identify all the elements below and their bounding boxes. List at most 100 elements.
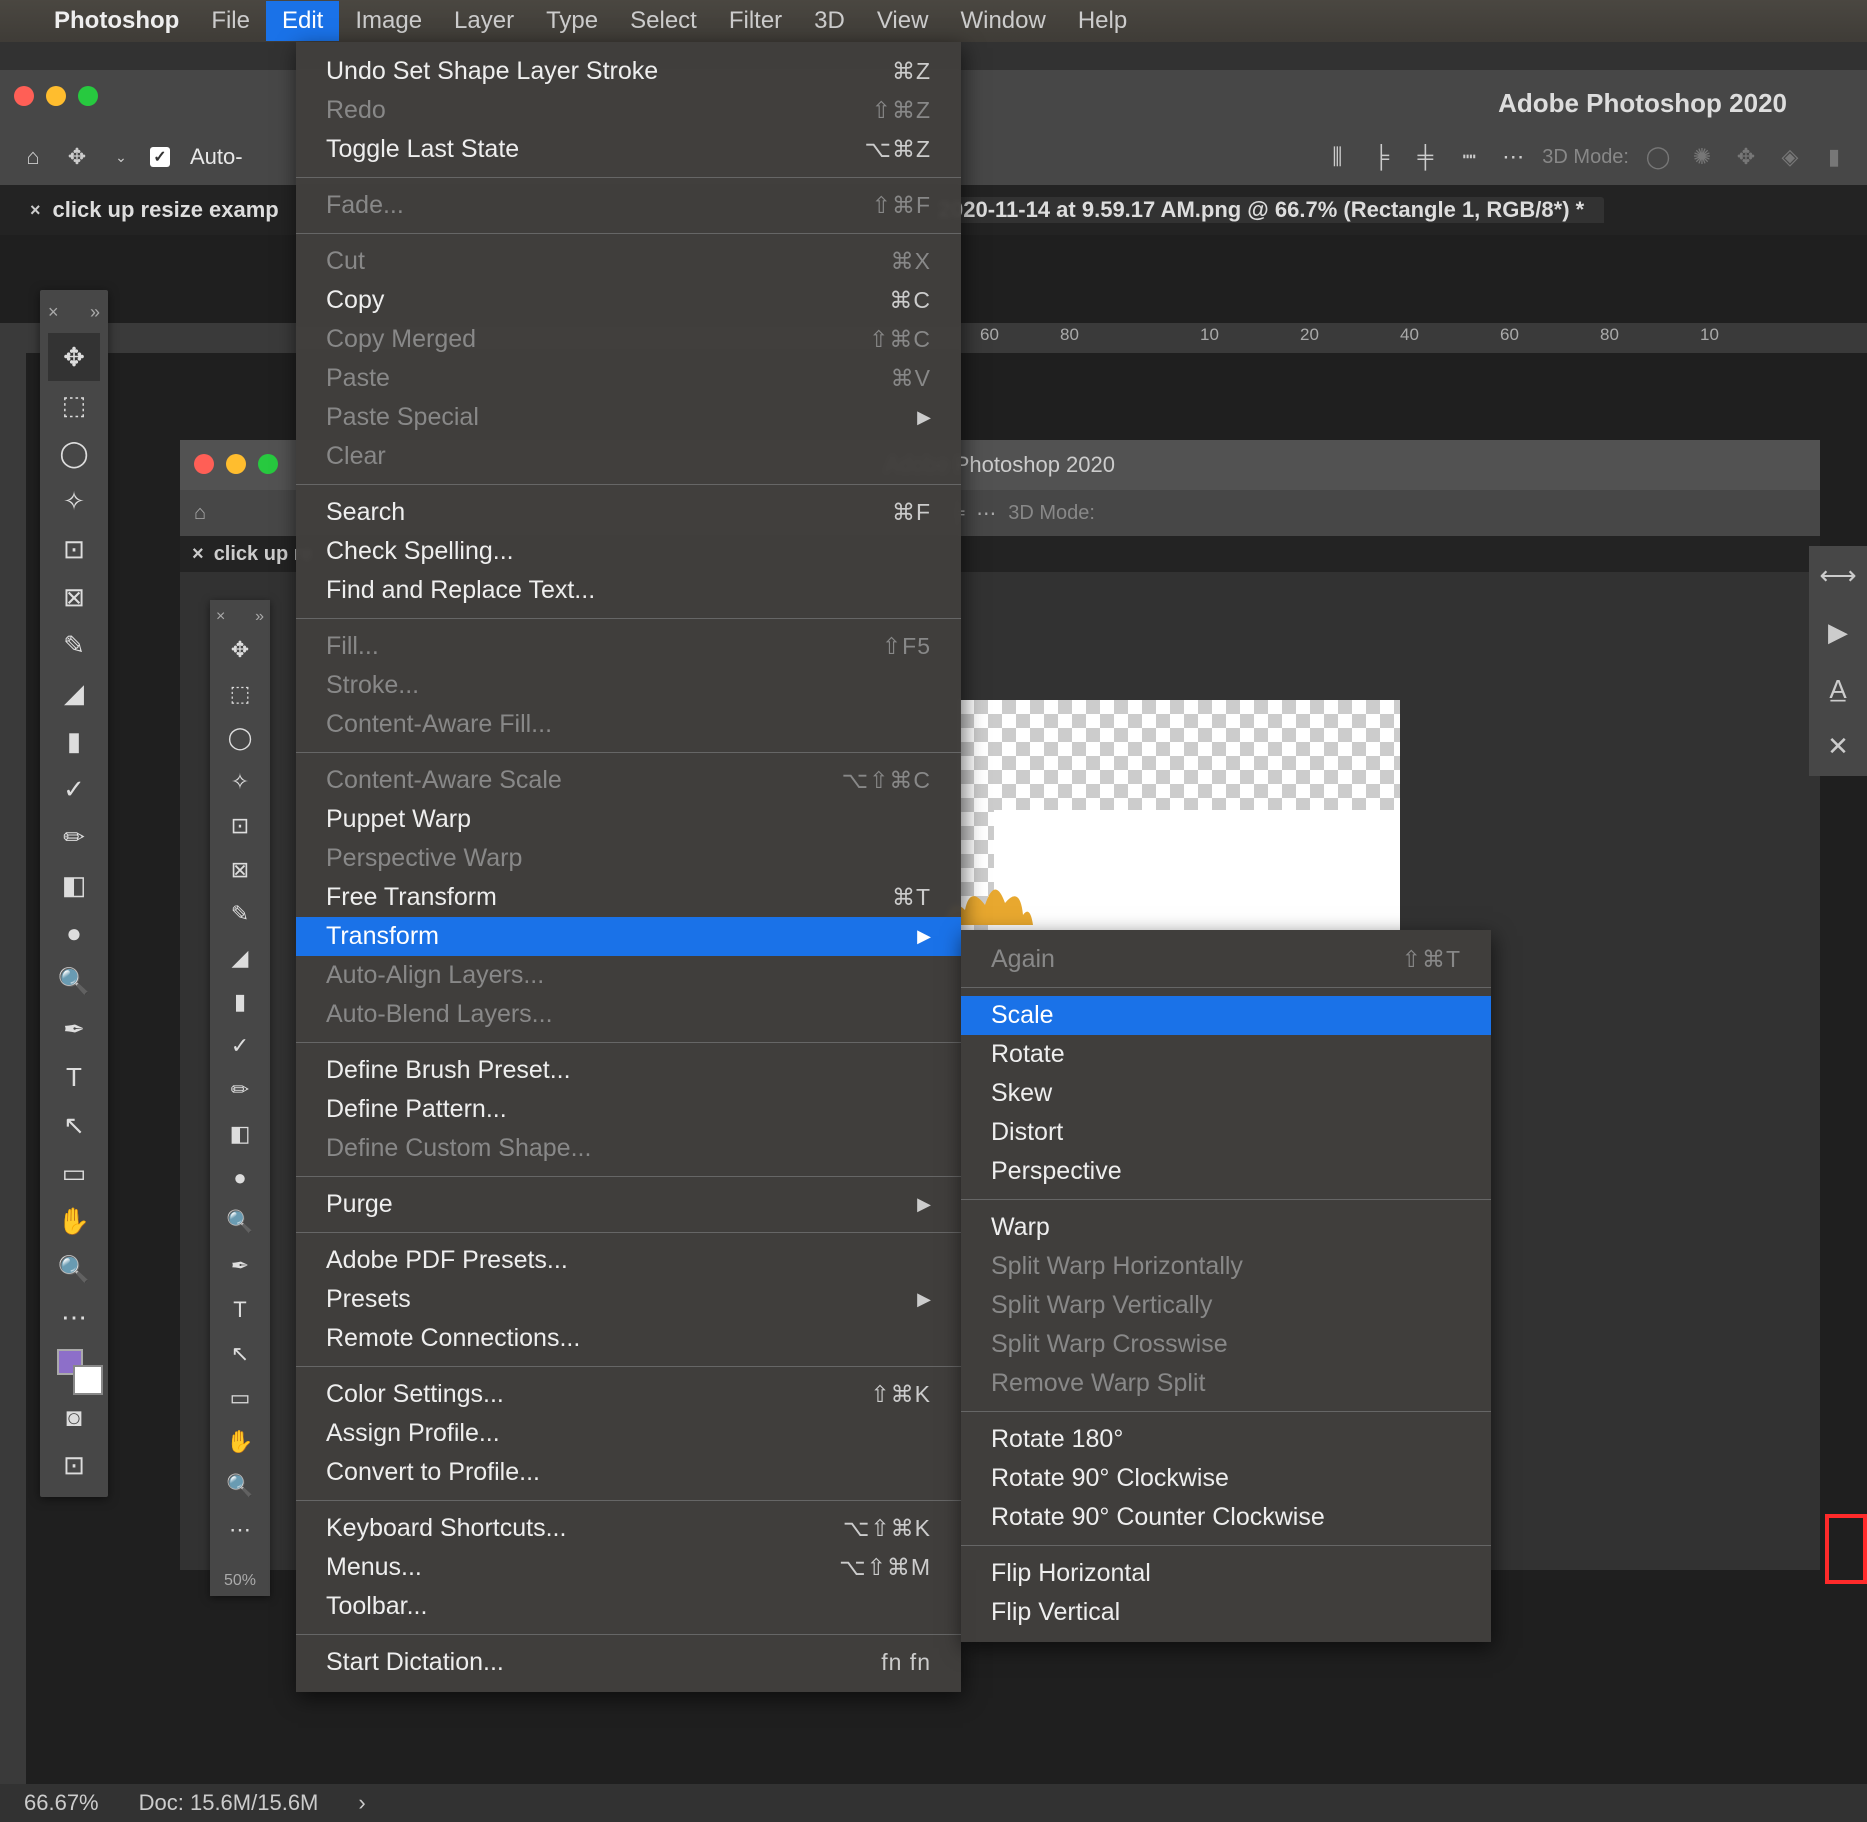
tool-button[interactable]: ✥ [217, 628, 263, 672]
menu-select[interactable]: Select [614, 1, 713, 41]
menu-item[interactable]: Check Spelling... [296, 532, 961, 571]
color-swatch[interactable] [57, 1349, 83, 1375]
menu-layer[interactable]: Layer [438, 1, 530, 41]
tool-button[interactable]: ▭ [217, 1376, 263, 1420]
tool-button[interactable]: ✏ [48, 813, 100, 861]
doc-size[interactable]: Doc: 15.6M/15.6M [139, 1790, 319, 1816]
tool-button[interactable]: ⊠ [217, 848, 263, 892]
tool-button[interactable]: ✓ [217, 1024, 263, 1068]
tool-button[interactable]: ✒ [217, 1244, 263, 1288]
expand-icon[interactable]: ⟷ [1819, 560, 1856, 591]
align-icon[interactable]: ┉ [1454, 142, 1484, 172]
document-tab[interactable]: × click up resize examp [10, 197, 299, 223]
tool-button[interactable]: ⬚ [48, 381, 100, 429]
menu-item[interactable]: Scale [961, 996, 1491, 1035]
menu-photoshop[interactable]: Photoshop [38, 1, 195, 41]
tool-button[interactable]: ▮ [48, 717, 100, 765]
tool-button[interactable]: ⋯ [48, 1293, 100, 1341]
tool-button[interactable]: ⊡ [217, 804, 263, 848]
align-icon[interactable]: ╞ [1366, 142, 1396, 172]
tool-button[interactable]: ◢ [217, 936, 263, 980]
tool-button[interactable]: ● [48, 909, 100, 957]
close-icon[interactable]: × [30, 200, 41, 221]
menu-item[interactable]: Search⌘F [296, 493, 961, 532]
expand-icon[interactable]: » [255, 608, 264, 626]
menu-item[interactable]: Keyboard Shortcuts...⌥⇧⌘K [296, 1509, 961, 1548]
menu-item[interactable]: Remote Connections... [296, 1319, 961, 1358]
menu-item[interactable]: Rotate 90° Counter Clockwise [961, 1498, 1491, 1537]
menu-item[interactable]: Rotate [961, 1035, 1491, 1074]
maximize-button[interactable] [258, 454, 278, 474]
menu-item[interactable]: Color Settings...⇧⌘K [296, 1375, 961, 1414]
tool-button[interactable]: ◯ [217, 716, 263, 760]
tool-button[interactable]: ◢ [48, 669, 100, 717]
menu-3d[interactable]: 3D [798, 1, 861, 41]
3d-icon[interactable]: ✥ [1731, 142, 1761, 172]
menu-item[interactable]: Transform▶ [296, 917, 961, 956]
menu-item[interactable]: Convert to Profile... [296, 1453, 961, 1492]
tool-button[interactable]: T [48, 1053, 100, 1101]
tool-button[interactable]: ✧ [217, 760, 263, 804]
menu-item[interactable]: Skew [961, 1074, 1491, 1113]
close-icon[interactable]: × [192, 543, 204, 566]
chevron-right-icon[interactable]: › [358, 1790, 365, 1816]
menu-item[interactable]: Rotate 180° [961, 1420, 1491, 1459]
menu-item[interactable]: Rotate 90° Clockwise [961, 1459, 1491, 1498]
menu-window[interactable]: Window [944, 1, 1061, 41]
maximize-button[interactable] [78, 86, 98, 106]
tool-button[interactable]: ✓ [48, 765, 100, 813]
quickmask-icon[interactable]: ◙ [48, 1393, 100, 1441]
close-icon[interactable]: × [48, 302, 59, 323]
menu-item[interactable]: Adobe PDF Presets... [296, 1241, 961, 1280]
play-icon[interactable]: ▶ [1828, 617, 1848, 648]
menu-item[interactable]: Start Dictation...fn fn [296, 1643, 961, 1682]
menu-item[interactable]: Perspective [961, 1152, 1491, 1191]
3d-icon[interactable]: ✺ [1687, 142, 1717, 172]
menu-item[interactable]: Toggle Last State⌥⌘Z [296, 130, 961, 169]
menu-item[interactable]: Puppet Warp [296, 800, 961, 839]
home-icon[interactable]: ⌂ [194, 502, 206, 525]
tool-button[interactable]: ⬚ [217, 672, 263, 716]
autoselect-checkbox[interactable]: ✓ [150, 147, 170, 167]
tool-button[interactable]: ◧ [217, 1112, 263, 1156]
close-button[interactable] [14, 86, 34, 106]
close-button[interactable] [194, 454, 214, 474]
expand-icon[interactable]: » [90, 302, 100, 323]
tool-button[interactable]: 🔍 [217, 1464, 263, 1508]
menu-item[interactable]: Find and Replace Text... [296, 571, 961, 610]
tool-button[interactable]: ⊡ [48, 525, 100, 573]
tool-button[interactable]: ↖ [217, 1332, 263, 1376]
tool-button[interactable]: ✋ [48, 1197, 100, 1245]
tool-button[interactable]: ◯ [48, 429, 100, 477]
close-icon[interactable]: × [216, 608, 225, 626]
menu-file[interactable]: File [195, 1, 266, 41]
align-icon[interactable]: ╪ [1410, 142, 1440, 172]
tool-button[interactable]: ✎ [217, 892, 263, 936]
menu-item[interactable]: Flip Vertical [961, 1593, 1491, 1632]
tool-button[interactable]: ▭ [48, 1149, 100, 1197]
menu-item[interactable]: Purge▶ [296, 1185, 961, 1224]
menu-type[interactable]: Type [530, 1, 614, 41]
menu-item[interactable]: Define Brush Preset... [296, 1051, 961, 1090]
orbit-icon[interactable]: ◯ [1643, 142, 1673, 172]
menu-image[interactable]: Image [339, 1, 438, 41]
align-icon[interactable]: ⫼ [1322, 142, 1352, 172]
dropdown-icon[interactable]: ⌄ [106, 142, 136, 172]
menu-edit[interactable]: Edit [266, 1, 339, 41]
tool-button[interactable]: ↖ [48, 1101, 100, 1149]
menu-item[interactable]: Toolbar... [296, 1587, 961, 1626]
menu-item[interactable]: Menus...⌥⇧⌘M [296, 1548, 961, 1587]
type-icon[interactable]: A̲ [1829, 674, 1846, 705]
tool-button[interactable]: T [217, 1288, 263, 1332]
menu-item[interactable]: Flip Horizontal [961, 1554, 1491, 1593]
tool-button[interactable]: ✥ [48, 333, 100, 381]
menu-item[interactable]: Free Transform⌘T [296, 878, 961, 917]
minimize-button[interactable] [46, 86, 66, 106]
menu-view[interactable]: View [861, 1, 945, 41]
menu-filter[interactable]: Filter [713, 1, 798, 41]
tool-button[interactable]: ✒ [48, 1005, 100, 1053]
tool-button[interactable]: 🔍 [217, 1200, 263, 1244]
tool-button[interactable]: ✧ [48, 477, 100, 525]
camera-icon[interactable]: ▮ [1819, 142, 1849, 172]
more-icon[interactable]: ⋯ [976, 501, 996, 526]
